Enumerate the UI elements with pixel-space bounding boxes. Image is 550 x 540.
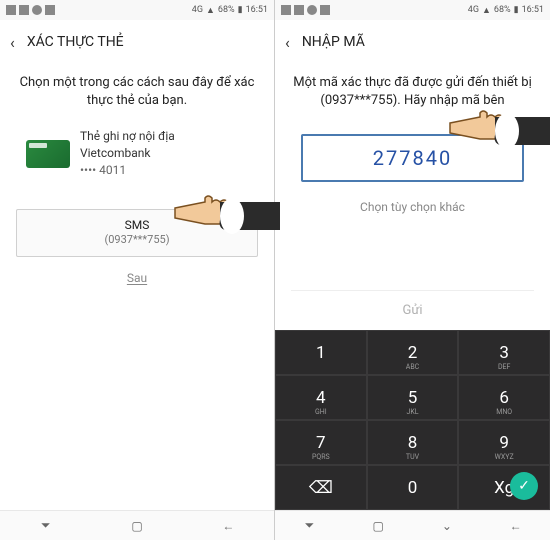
card-bank: Vietcombank	[80, 145, 175, 162]
key-7[interactable]: 7PQRS	[275, 420, 367, 465]
pointer-hand-icon	[170, 180, 280, 240]
key-3[interactable]: 3DEF	[458, 330, 550, 375]
signal-icon: ▲	[482, 5, 491, 16]
key-backspace[interactable]: ⌫	[275, 465, 367, 510]
signal-icon: ▲	[206, 5, 215, 16]
key-4[interactable]: 4GHI	[275, 375, 367, 420]
header: ‹ XÁC THỰC THẺ	[0, 20, 274, 64]
header: ‹ NHẬP MÃ	[275, 20, 550, 64]
app-icon	[19, 5, 29, 15]
key-2[interactable]: 2ABC	[367, 330, 459, 375]
key-1[interactable]: 1	[275, 330, 367, 375]
instruction-text: Chọn một trong các cách sau đây để xác t…	[16, 74, 258, 110]
status-bar: 4G ▲ 68% ▮ 16:51	[275, 0, 550, 20]
app-icon	[281, 5, 291, 15]
key-8[interactable]: 8TUV	[367, 420, 459, 465]
skip-link[interactable]: Sau	[16, 271, 258, 285]
battery-pct: 68%	[218, 5, 235, 15]
page-title: XÁC THỰC THẺ	[27, 34, 124, 50]
back-button[interactable]: ←	[508, 518, 524, 534]
clock: 16:51	[246, 5, 268, 15]
key-5[interactable]: 5JKL	[367, 375, 459, 420]
recents-button[interactable]: ⏷	[301, 518, 317, 534]
key-6[interactable]: 6MNO	[458, 375, 550, 420]
send-button[interactable]: Gửi	[291, 290, 534, 330]
page-title: NHẬP MÃ	[302, 34, 365, 50]
battery-icon: ▮	[238, 5, 243, 15]
app-icon	[32, 5, 42, 15]
pointer-hand-icon	[445, 95, 550, 155]
recents-button[interactable]: ⏷	[38, 518, 54, 534]
card-number-masked: •••• 4011	[80, 162, 175, 179]
numeric-keyboard: 1 2ABC 3DEF 4GHI 5JKL 6MNO 7PQRS 8TUV 9W…	[275, 330, 550, 510]
key-9[interactable]: 9WXYZ	[458, 420, 550, 465]
back-button[interactable]: ←	[220, 518, 236, 534]
signal-label: 4G	[192, 5, 203, 15]
signal-label: 4G	[468, 5, 479, 15]
back-icon[interactable]: ‹	[285, 33, 290, 52]
back-icon[interactable]: ‹	[10, 33, 15, 52]
android-navbar: ⏷ ▢ ⌄ ←	[275, 510, 550, 540]
app-icon	[320, 5, 330, 15]
home-button[interactable]: ▢	[129, 518, 145, 534]
app-icon	[45, 5, 55, 15]
app-icon	[294, 5, 304, 15]
phone-screen-code: 4G ▲ 68% ▮ 16:51 ‹ NHẬP MÃ Một mã xác th…	[275, 0, 550, 540]
card-name: Thẻ ghi nợ nội địa	[80, 128, 175, 145]
android-navbar: ⏷ ▢ ←	[0, 510, 274, 540]
home-button[interactable]: ▢	[370, 518, 386, 534]
battery-pct: 68%	[494, 5, 511, 15]
app-icon	[307, 5, 317, 15]
phone-screen-verify: 4G ▲ 68% ▮ 16:51 ‹ XÁC THỰC THẺ Chọn một…	[0, 0, 275, 540]
key-0[interactable]: 0	[367, 465, 459, 510]
card-info-row: Thẻ ghi nợ nội địa Vietcombank •••• 4011	[16, 128, 258, 178]
other-option-link[interactable]: Chọn tùy chọn khác	[291, 200, 534, 214]
app-icon	[6, 5, 16, 15]
status-bar: 4G ▲ 68% ▮ 16:51	[0, 0, 274, 20]
content: Chọn một trong các cách sau đây để xác t…	[0, 64, 274, 510]
battery-icon: ▮	[514, 5, 519, 15]
keyboard-hide-button[interactable]: ⌄	[439, 518, 455, 534]
clock: 16:51	[522, 5, 544, 15]
card-image	[26, 140, 70, 168]
confirm-fab[interactable]: ✓	[510, 472, 538, 500]
